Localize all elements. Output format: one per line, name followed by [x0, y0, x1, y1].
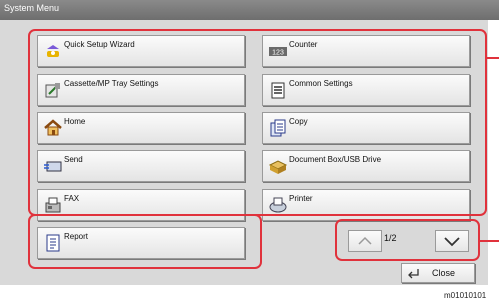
chevron-down-icon — [444, 237, 460, 247]
close-button[interactable]: Close — [401, 263, 475, 283]
callout-leader-top — [487, 57, 499, 59]
page-indicator: 1/2 — [384, 233, 397, 243]
close-label: Close — [432, 268, 456, 278]
page-down-button[interactable] — [435, 230, 469, 252]
return-arrow-icon — [408, 269, 419, 279]
callout-leader-bottom — [480, 240, 499, 242]
chevron-up-icon — [358, 236, 372, 245]
menu-keys-highlight — [28, 29, 487, 216]
title-bar: System Menu — [0, 0, 499, 20]
report-highlight — [28, 214, 262, 269]
window-title: System Menu — [4, 3, 60, 13]
figure-id: m01010101 — [444, 291, 487, 300]
page-up-button[interactable] — [348, 230, 382, 252]
